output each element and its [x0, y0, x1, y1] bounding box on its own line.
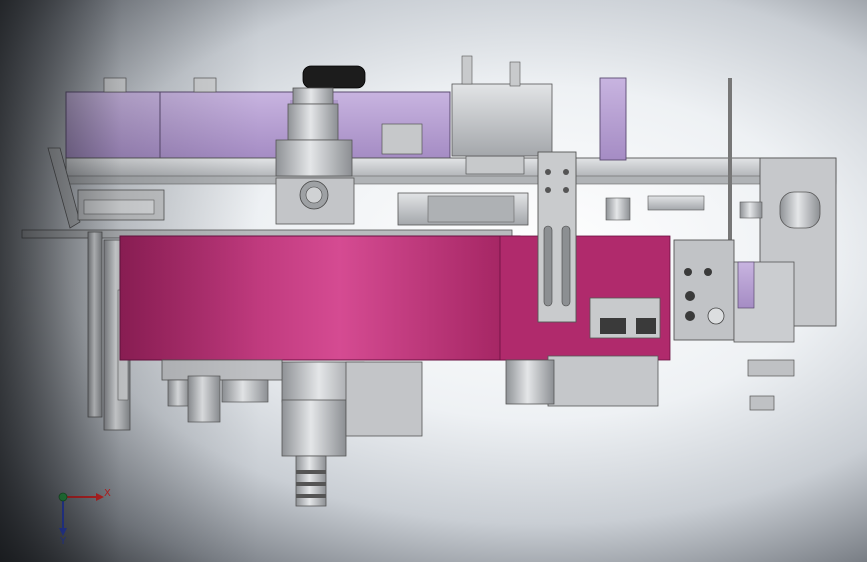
purple-plate-right	[599, 77, 627, 161]
x-axis-label: X	[104, 488, 111, 499]
purple-cover-left	[65, 91, 163, 159]
cover-knobs	[103, 77, 217, 93]
right-control-block	[673, 239, 795, 411]
cad-viewport[interactable]: X Y	[0, 0, 867, 562]
slotted-bracket	[537, 151, 577, 323]
y-axis-label: Y	[59, 536, 67, 547]
lower-left-rollers	[161, 359, 283, 423]
top-frame-rail	[65, 157, 837, 185]
coordinate-triad: X Y	[58, 488, 111, 547]
lower-right-block	[505, 355, 659, 407]
top-spindle	[275, 65, 366, 225]
z-axis-origin	[58, 492, 68, 502]
solenoid-valve	[589, 297, 661, 339]
bottom-shaft	[281, 361, 423, 507]
magenta-drum	[119, 235, 671, 361]
rail-fittings	[605, 195, 763, 221]
assembly-drawing: X Y	[21, 55, 837, 547]
